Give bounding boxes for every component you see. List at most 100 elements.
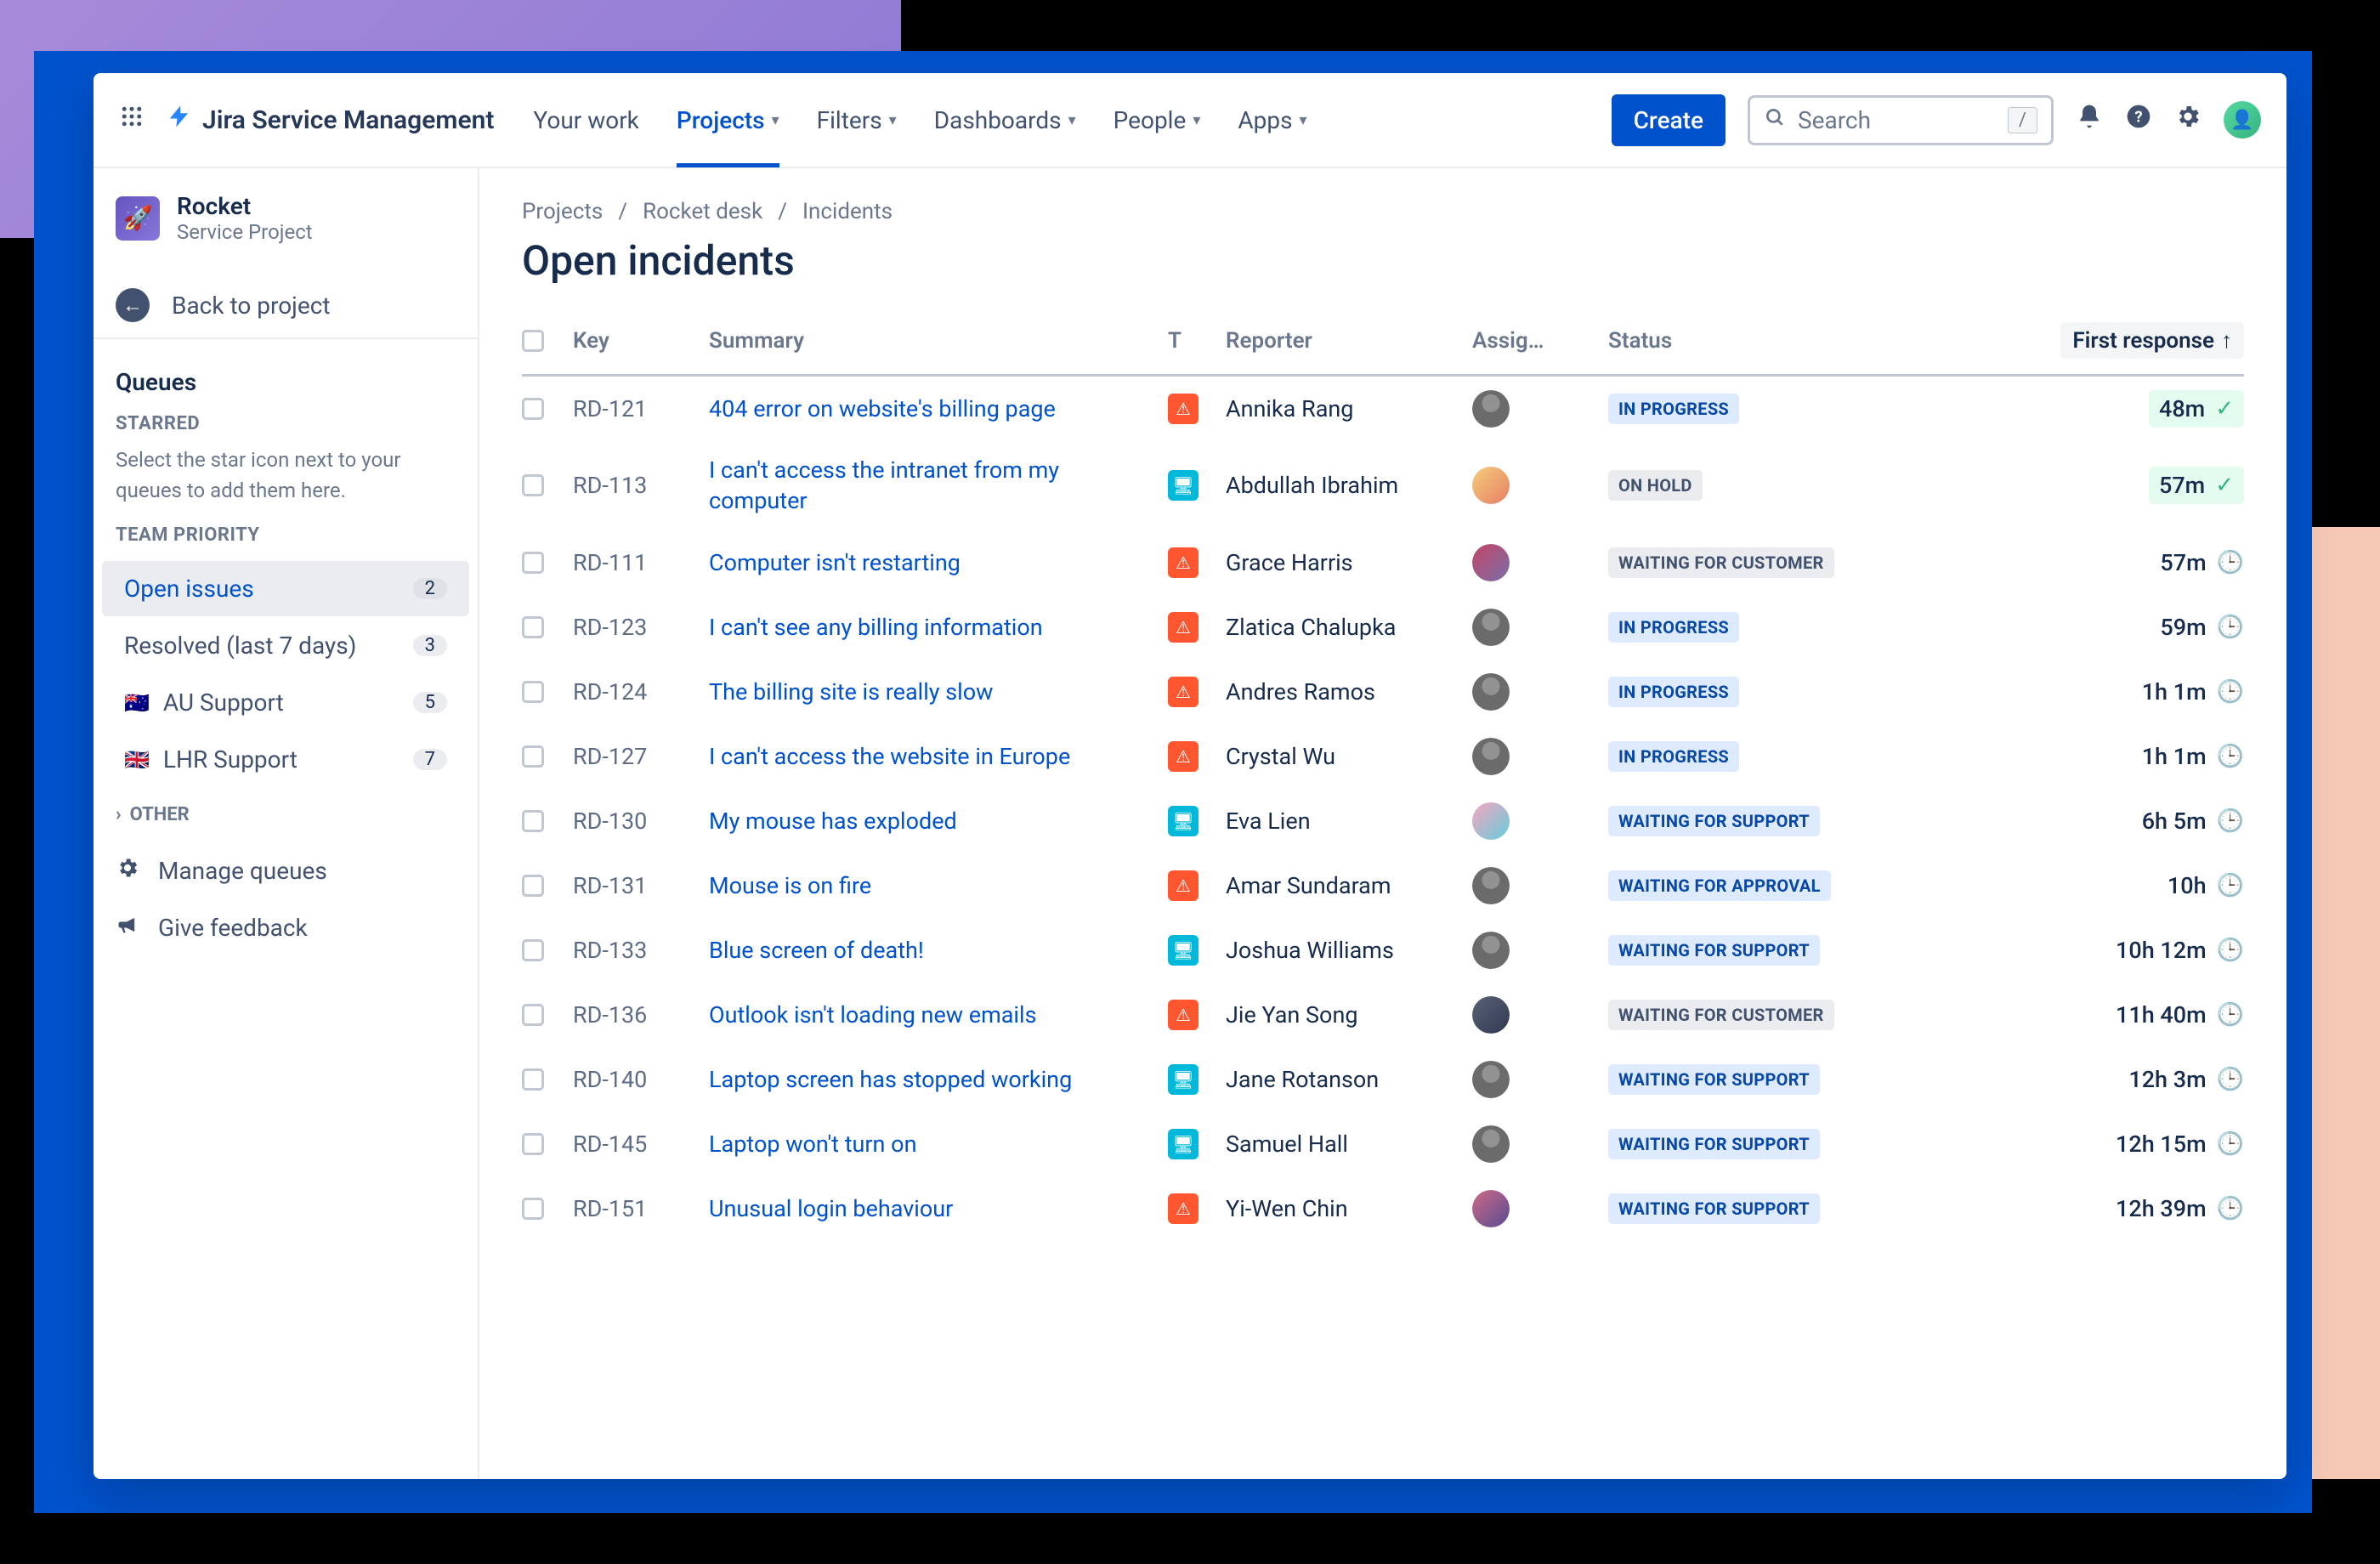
queue-au-support[interactable]: 🇦🇺AU Support5 [102, 675, 469, 730]
row-checkbox[interactable] [522, 552, 544, 574]
issue-key[interactable]: RD-121 [573, 395, 709, 422]
nav-your-work[interactable]: Your work [533, 73, 638, 167]
col-key[interactable]: Key [573, 328, 709, 354]
notifications-icon[interactable] [2076, 103, 2103, 137]
issue-summary[interactable]: Laptop screen has stopped working [709, 1064, 1168, 1095]
manage-queues[interactable]: Manage queues [94, 842, 478, 899]
status-badge[interactable]: WAITING FOR SUPPORT [1608, 806, 1820, 836]
issue-key[interactable]: RD-145 [573, 1130, 709, 1158]
product-logo[interactable]: Jira Service Management [167, 104, 494, 136]
issue-summary[interactable]: Outlook isn't loading new emails [709, 1000, 1168, 1030]
breadcrumb-item[interactable]: Incidents [802, 199, 892, 224]
col-type[interactable]: T [1168, 328, 1226, 354]
status-badge[interactable]: IN PROGRESS [1608, 394, 1739, 424]
project-header[interactable]: 🚀 Rocket Service Project [94, 192, 478, 264]
other-section-toggle[interactable]: › OTHER [94, 787, 478, 842]
queue-lhr-support[interactable]: 🇬🇧LHR Support7 [102, 732, 469, 787]
breadcrumb-item[interactable]: Rocket desk [643, 199, 762, 224]
row-checkbox[interactable] [522, 474, 544, 496]
issue-key[interactable]: RD-113 [573, 472, 709, 499]
issue-summary[interactable]: Blue screen of death! [709, 935, 1168, 966]
issue-summary[interactable]: Computer isn't restarting [709, 547, 1168, 578]
issue-summary[interactable]: Mouse is on fire [709, 870, 1168, 901]
status-badge[interactable]: WAITING FOR SUPPORT [1608, 1064, 1820, 1095]
issue-key[interactable]: RD-130 [573, 808, 709, 835]
col-first-response[interactable]: First response ↑ [2060, 322, 2244, 359]
issue-key[interactable]: RD-127 [573, 743, 709, 770]
status-badge[interactable]: WAITING FOR CUSTOMER [1608, 1000, 1834, 1030]
create-button[interactable]: Create [1612, 94, 1726, 146]
row-checkbox[interactable] [522, 875, 544, 897]
row-checkbox[interactable] [522, 616, 544, 638]
nav-projects[interactable]: Projects▾ [677, 73, 779, 167]
issue-key[interactable]: RD-123 [573, 614, 709, 641]
nav-people[interactable]: People▾ [1114, 73, 1201, 167]
status-badge[interactable]: WAITING FOR SUPPORT [1608, 1193, 1820, 1224]
back-to-project[interactable]: ← Back to project [94, 273, 478, 339]
row-checkbox[interactable] [522, 1133, 544, 1155]
status-badge[interactable]: IN PROGRESS [1608, 677, 1739, 707]
assignee-avatar[interactable] [1472, 467, 1510, 504]
issue-summary[interactable]: 404 error on website's billing page [709, 394, 1168, 424]
queue-open-issues[interactable]: Open issues2 [102, 561, 469, 616]
issue-key[interactable]: RD-111 [573, 549, 709, 576]
assignee-avatar[interactable] [1472, 932, 1510, 969]
col-assignee[interactable]: Assig… [1472, 328, 1608, 354]
queue-resolved-last-7-days-[interactable]: Resolved (last 7 days)3 [102, 618, 469, 673]
give-feedback[interactable]: Give feedback [94, 899, 478, 956]
search-input[interactable]: Search / [1748, 95, 2054, 145]
issue-key[interactable]: RD-133 [573, 937, 709, 964]
nav-label: Dashboards [934, 106, 1062, 134]
assignee-avatar[interactable] [1472, 996, 1510, 1034]
row-checkbox[interactable] [522, 1198, 544, 1220]
issue-summary[interactable]: My mouse has exploded [709, 806, 1168, 836]
app-switcher-icon[interactable] [119, 104, 144, 136]
status-badge[interactable]: WAITING FOR SUPPORT [1608, 1129, 1820, 1159]
nav-apps[interactable]: Apps▾ [1238, 73, 1306, 167]
status-badge[interactable]: IN PROGRESS [1608, 741, 1739, 772]
assignee-avatar[interactable] [1472, 544, 1510, 581]
issue-summary[interactable]: I can't access the intranet from my comp… [709, 455, 1168, 517]
col-reporter[interactable]: Reporter [1226, 328, 1472, 354]
assignee-avatar[interactable] [1472, 867, 1510, 904]
nav-filters[interactable]: Filters▾ [817, 73, 897, 167]
issue-key[interactable]: RD-151 [573, 1195, 709, 1222]
row-checkbox[interactable] [522, 1068, 544, 1091]
issue-summary[interactable]: I can't see any billing information [709, 612, 1168, 643]
row-checkbox[interactable] [522, 1004, 544, 1026]
status-badge[interactable]: WAITING FOR CUSTOMER [1608, 547, 1834, 578]
assignee-avatar[interactable] [1472, 609, 1510, 646]
assignee-avatar[interactable] [1472, 802, 1510, 840]
assignee-avatar[interactable] [1472, 1125, 1510, 1163]
status-badge[interactable]: ON HOLD [1608, 470, 1703, 501]
col-status[interactable]: Status [1608, 328, 1889, 354]
issue-key[interactable]: RD-131 [573, 872, 709, 899]
issue-summary[interactable]: Unusual login behaviour [709, 1193, 1168, 1224]
issue-summary[interactable]: Laptop won't turn on [709, 1129, 1168, 1159]
nav-dashboards[interactable]: Dashboards▾ [934, 73, 1076, 167]
issue-key[interactable]: RD-136 [573, 1001, 709, 1028]
settings-icon[interactable] [2174, 103, 2202, 137]
issue-key[interactable]: RD-140 [573, 1066, 709, 1093]
assignee-avatar[interactable] [1472, 1190, 1510, 1227]
breadcrumb-item[interactable]: Projects [522, 199, 603, 224]
status-badge[interactable]: WAITING FOR SUPPORT [1608, 935, 1820, 966]
status-badge[interactable]: WAITING FOR APPROVAL [1608, 870, 1831, 901]
issue-summary[interactable]: I can't access the website in Europe [709, 741, 1168, 772]
row-checkbox[interactable] [522, 939, 544, 961]
col-summary[interactable]: Summary [709, 328, 1168, 354]
row-checkbox[interactable] [522, 398, 544, 420]
row-checkbox[interactable] [522, 810, 544, 832]
row-checkbox[interactable] [522, 681, 544, 703]
issue-key[interactable]: RD-124 [573, 678, 709, 706]
row-checkbox[interactable] [522, 745, 544, 768]
status-badge[interactable]: IN PROGRESS [1608, 612, 1739, 643]
select-all-checkbox[interactable] [522, 330, 544, 352]
user-avatar[interactable]: 👤 [2224, 101, 2261, 139]
help-icon[interactable]: ? [2125, 103, 2152, 137]
issue-summary[interactable]: The billing site is really slow [709, 677, 1168, 707]
assignee-avatar[interactable] [1472, 1061, 1510, 1098]
assignee-avatar[interactable] [1472, 673, 1510, 711]
assignee-avatar[interactable] [1472, 738, 1510, 775]
assignee-avatar[interactable] [1472, 390, 1510, 428]
